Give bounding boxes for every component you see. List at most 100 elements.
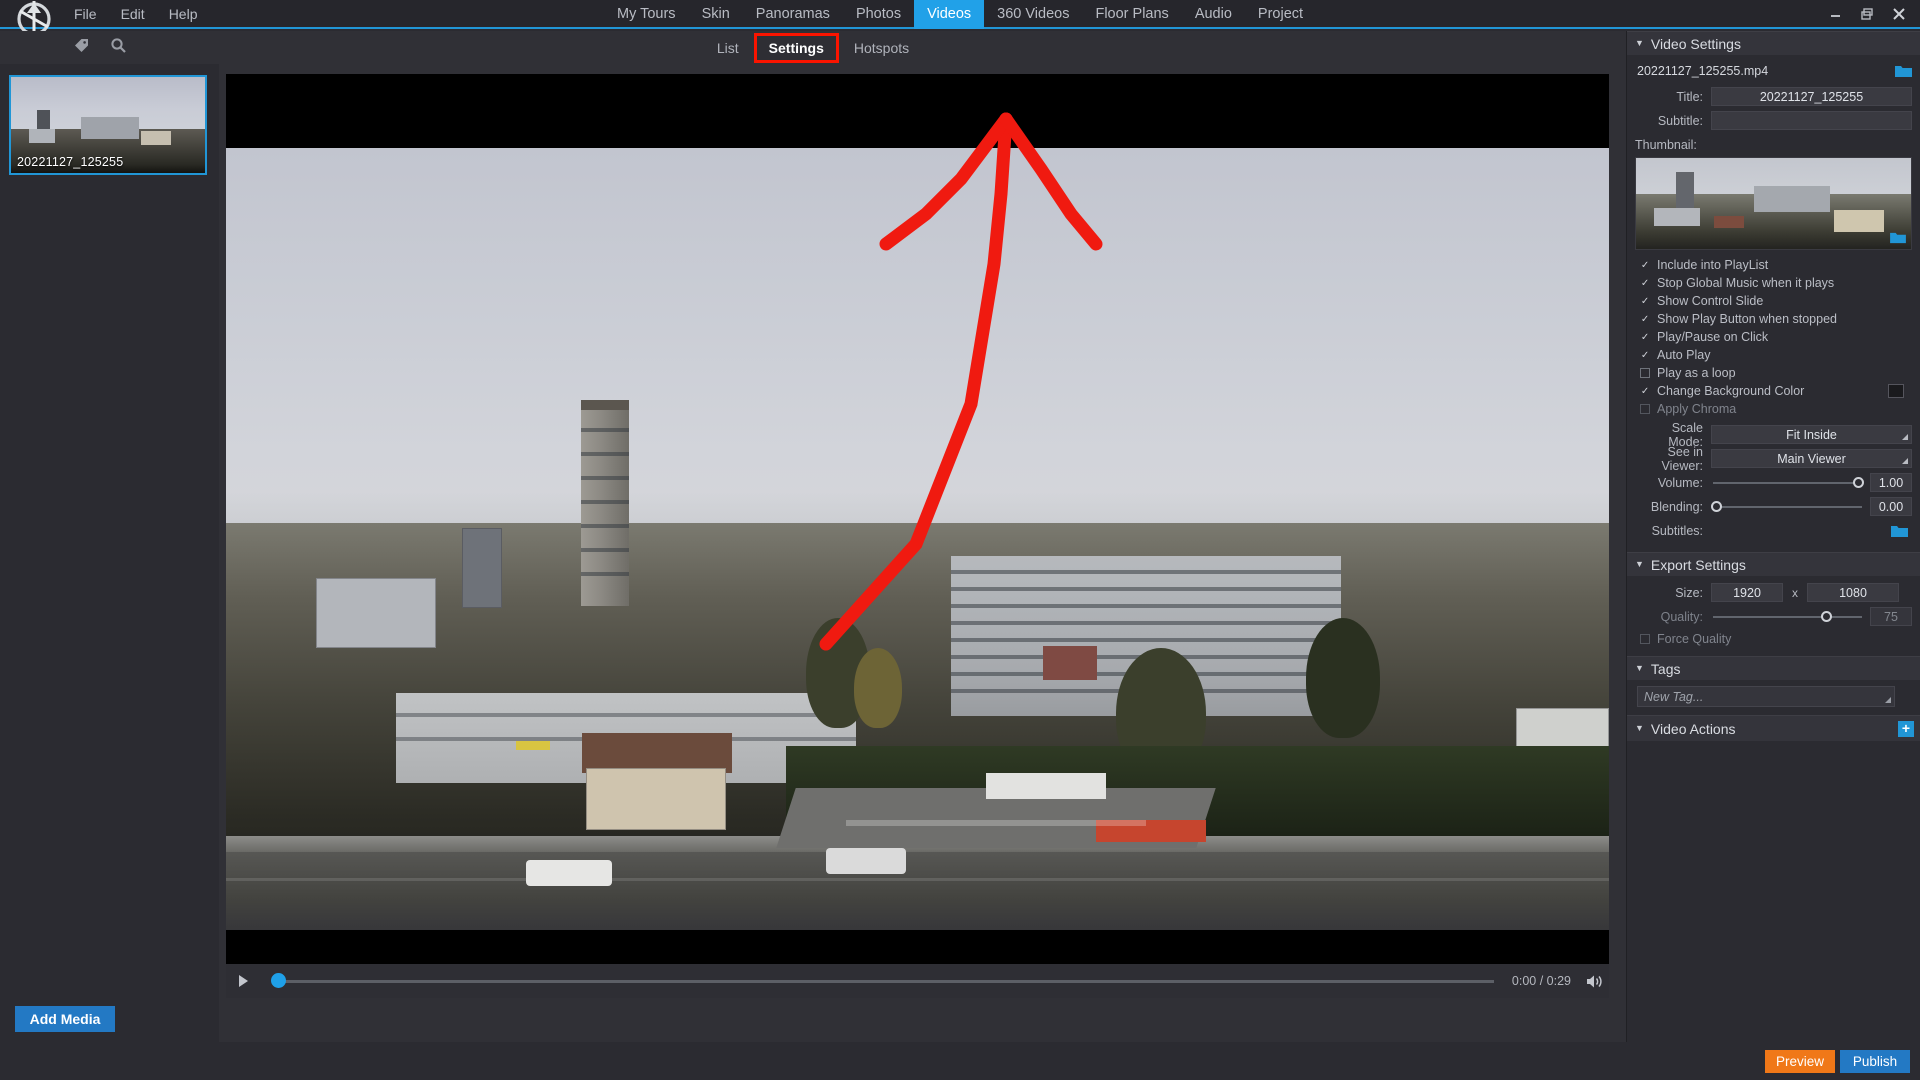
title-row: Title: 20221127_125255 <box>1635 86 1912 107</box>
tab-360-videos[interactable]: 360 Videos <box>984 0 1082 29</box>
chevron-down-icon: ▼ <box>1635 663 1644 673</box>
tab-floor-plans[interactable]: Floor Plans <box>1082 0 1181 29</box>
checkbox-play-as-a-loop[interactable]: Play as a loop <box>1635 364 1912 382</box>
checkbox-play-pause-on-click[interactable]: ✓ Play/Pause on Click <box>1635 328 1912 346</box>
menu-edit[interactable]: Edit <box>109 2 157 26</box>
video-stage[interactable] <box>226 74 1609 964</box>
export-settings-header[interactable]: ▼ Export Settings <box>1627 552 1920 576</box>
volume-value[interactable]: 1.00 <box>1870 473 1912 492</box>
check-icon: ✓ <box>1640 277 1650 289</box>
video-filename: 20221127_125255.mp4 <box>1637 64 1769 78</box>
seek-knob[interactable] <box>271 973 286 988</box>
close-icon[interactable] <box>1884 1 1914 27</box>
export-settings-body: Size: 1920 x 1080 Quality: 75 Force Qual… <box>1627 576 1920 656</box>
main-tab-bar: My Tours Skin Panoramas Photos Videos 36… <box>604 0 1316 29</box>
check-icon: ✓ <box>1640 385 1650 397</box>
blending-label: Blending: <box>1650 499 1703 514</box>
video-player[interactable]: 0:00 / 0:29 <box>226 74 1609 998</box>
checkbox-auto-play[interactable]: ✓ Auto Play <box>1635 346 1912 364</box>
subtab-list[interactable]: List <box>705 36 751 60</box>
export-width-input[interactable]: 1920 <box>1711 583 1783 602</box>
scene-road <box>226 852 1609 930</box>
quality-value[interactable]: 75 <box>1870 607 1912 626</box>
checkbox-force-quality[interactable]: Force Quality <box>1635 630 1912 648</box>
add-media-button[interactable]: Add Media <box>15 1006 115 1032</box>
new-tag-input[interactable]: New Tag... <box>1637 686 1895 707</box>
plus-icon[interactable]: + <box>1898 720 1914 737</box>
checkbox-label: Play/Pause on Click <box>1657 330 1769 344</box>
menu-file[interactable]: File <box>62 2 109 26</box>
checkbox-stop-global-music[interactable]: ✓ Stop Global Music when it plays <box>1635 274 1912 292</box>
checkbox-include-into-playlist[interactable]: ✓ Include into PlayList <box>1635 256 1912 274</box>
checkbox-label: Play as a loop <box>1657 366 1736 380</box>
thumbnail-pick-folder-icon[interactable] <box>1890 231 1907 245</box>
size-separator: x <box>1792 585 1798 600</box>
scene-markings <box>846 820 1146 826</box>
tags-header[interactable]: ▼ Tags <box>1627 656 1920 680</box>
chevron-down-icon: ▼ <box>1635 559 1644 569</box>
tab-photos[interactable]: Photos <box>843 0 914 29</box>
subtitles-folder-icon[interactable] <box>1891 524 1908 538</box>
scene-building <box>462 528 502 608</box>
checkbox-empty-icon <box>1640 634 1650 644</box>
see-in-viewer-label: See in Viewer: <box>1661 444 1703 473</box>
video-settings-body: 20221127_125255.mp4 Title: 20221127_1252… <box>1627 55 1920 552</box>
window-controls <box>1820 0 1914 28</box>
subtab-settings[interactable]: Settings <box>753 32 839 63</box>
checkbox-apply-chroma[interactable]: Apply Chroma <box>1635 400 1912 418</box>
volume-icon[interactable] <box>1579 964 1609 998</box>
preview-button[interactable]: Preview <box>1765 1050 1835 1073</box>
properties-panel: ▼ Video Settings 20221127_125255.mp4 Tit… <box>1626 31 1920 1042</box>
subtitles-row: Subtitles: <box>1635 520 1912 541</box>
thumbnail-building <box>29 129 55 143</box>
title-label: Title: <box>1676 89 1703 104</box>
volume-slider[interactable] <box>1711 473 1864 492</box>
chevron-down-icon: ▼ <box>1635 723 1644 733</box>
thumbnail-row: Thumbnail: <box>1635 134 1912 155</box>
see-in-viewer-select[interactable]: Main Viewer <box>1711 449 1912 468</box>
play-icon[interactable] <box>226 964 260 998</box>
seek-bar[interactable] <box>260 964 1504 998</box>
video-actions-title: Video Actions <box>1650 720 1736 737</box>
thumbnail-preview[interactable] <box>1635 157 1912 250</box>
subtab-hotspots[interactable]: Hotspots <box>842 36 921 60</box>
footer-actions: Preview Publish <box>1765 1050 1910 1073</box>
tab-my-tours[interactable]: My Tours <box>604 0 689 29</box>
video-actions-header[interactable]: ▼ Video Actions + <box>1627 715 1920 741</box>
thumbnail-building <box>141 131 171 145</box>
checkbox-show-control-slide[interactable]: ✓ Show Control Slide <box>1635 292 1912 310</box>
blending-slider[interactable] <box>1711 497 1864 516</box>
menu-help[interactable]: Help <box>157 2 210 26</box>
scale-mode-select[interactable]: Fit Inside <box>1711 425 1912 444</box>
tab-videos[interactable]: Videos <box>914 0 985 29</box>
folder-icon[interactable] <box>1895 64 1912 78</box>
tab-skin[interactable]: Skin <box>689 0 743 29</box>
tab-panoramas[interactable]: Panoramas <box>743 0 843 29</box>
size-row: Size: 1920 x 1080 <box>1635 582 1912 603</box>
background-color-swatch[interactable] <box>1888 384 1904 398</box>
tab-audio[interactable]: Audio <box>1182 0 1245 29</box>
checkbox-change-background-color[interactable]: ✓ Change Background Color <box>1635 382 1912 400</box>
publish-button[interactable]: Publish <box>1840 1050 1910 1073</box>
force-quality-label: Force Quality <box>1657 632 1732 646</box>
list-item[interactable]: 20221127_125255 <box>9 75 207 175</box>
subtitle-row: Subtitle: <box>1635 110 1912 131</box>
minimize-icon[interactable] <box>1820 1 1850 27</box>
export-height-input[interactable]: 1080 <box>1807 583 1899 602</box>
restore-icon[interactable] <box>1852 1 1882 27</box>
slider-knob[interactable] <box>1711 501 1722 512</box>
scene-van <box>526 860 612 886</box>
title-input[interactable]: 20221127_125255 <box>1711 87 1912 106</box>
checkbox-show-play-button-when-stopped[interactable]: ✓ Show Play Button when stopped <box>1635 310 1912 328</box>
quality-slider[interactable] <box>1711 607 1864 626</box>
video-settings-header[interactable]: ▼ Video Settings <box>1627 31 1920 55</box>
blending-value[interactable]: 0.00 <box>1870 497 1912 516</box>
tab-project[interactable]: Project <box>1245 0 1316 29</box>
check-icon: ✓ <box>1640 313 1650 325</box>
viewer-area: 0:00 / 0:29 <box>219 64 1626 1042</box>
slider-knob[interactable] <box>1821 611 1833 622</box>
slider-knob[interactable] <box>1853 477 1864 488</box>
scene-tower <box>581 410 629 606</box>
checkbox-label: Show Play Button when stopped <box>1657 312 1837 326</box>
subtitle-input[interactable] <box>1711 111 1912 130</box>
